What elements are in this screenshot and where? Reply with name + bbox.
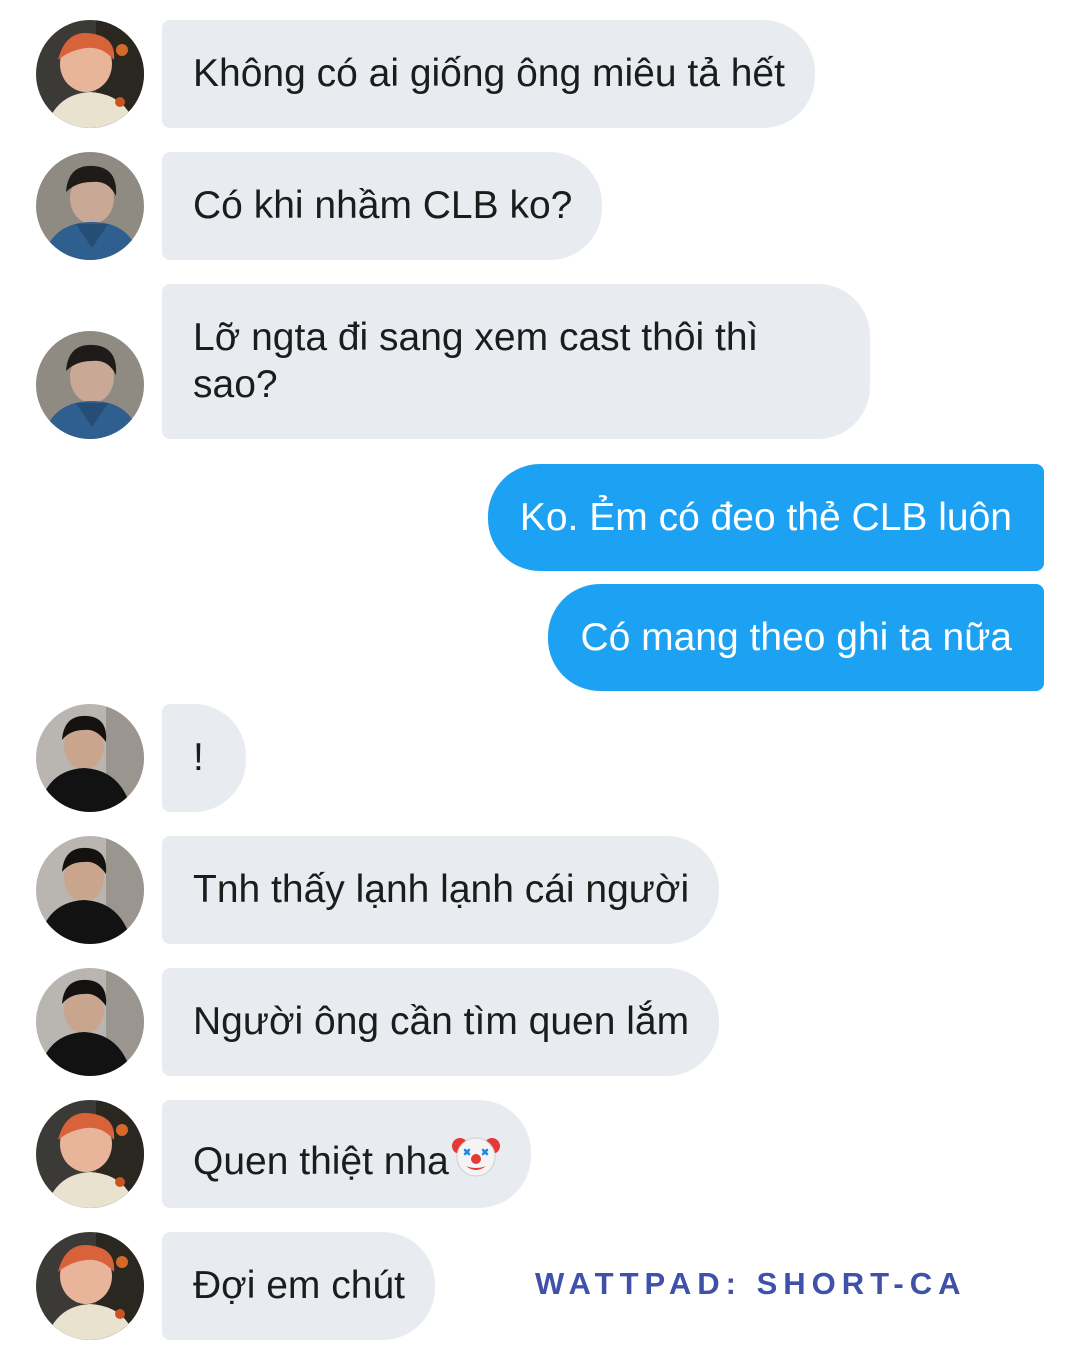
message-row: Tnh thấy lạnh lạnh cái người <box>0 836 1075 944</box>
message-row: ! <box>0 704 1075 812</box>
avatar-denim-jacket[interactable] <box>36 152 144 260</box>
message-bubble[interactable]: ! <box>162 704 246 812</box>
avatar-red-hair[interactable] <box>36 1232 144 1340</box>
message-row: Quen thiệt nha <box>0 1100 1075 1208</box>
message-row: Có mang theo ghi ta nữa <box>0 584 1075 691</box>
message-bubble[interactable]: Không có ai giống ông miêu tả hết <box>162 20 815 128</box>
avatar-red-hair[interactable] <box>36 1100 144 1208</box>
message-row: Có khi nhầm CLB ko? <box>0 152 1075 260</box>
avatar-black-shirt[interactable] <box>36 704 144 812</box>
message-bubble-outgoing[interactable]: Có mang theo ghi ta nữa <box>548 584 1044 691</box>
message-bubble[interactable]: Đợi em chút <box>162 1232 435 1340</box>
message-bubble[interactable]: Tnh thấy lạnh lạnh cái người <box>162 836 720 944</box>
avatar-red-hair[interactable] <box>36 20 144 128</box>
message-bubble-outgoing[interactable]: Ko. Ẻm có đeo thẻ CLB luôn <box>487 464 1044 571</box>
message-bubble[interactable]: Có khi nhầm CLB ko? <box>162 152 603 260</box>
message-row: Người ông cần tìm quen lắm <box>0 968 1075 1076</box>
message-text: Quen thiệt nha <box>193 1140 449 1183</box>
message-bubble[interactable]: Lỡ ngta đi sang xem cast thôi thì sao? <box>162 284 870 439</box>
message-bubble[interactable]: Quen thiệt nha <box>162 1100 531 1208</box>
message-row: Không có ai giống ông miêu tả hết <box>0 20 1075 128</box>
avatar-denim-jacket[interactable] <box>36 331 144 439</box>
avatar-black-shirt[interactable] <box>36 968 144 1076</box>
message-bubble[interactable]: Người ông cần tìm quen lắm <box>162 968 720 1076</box>
clown-face-icon <box>451 1130 501 1191</box>
avatar-black-shirt[interactable] <box>36 836 144 944</box>
message-row: Lỡ ngta đi sang xem cast thôi thì sao? <box>0 284 1075 439</box>
message-row: Ko. Ẻm có đeo thẻ CLB luôn <box>0 464 1075 571</box>
watermark-text: WATTPAD: SHORT-CA <box>535 1266 967 1301</box>
